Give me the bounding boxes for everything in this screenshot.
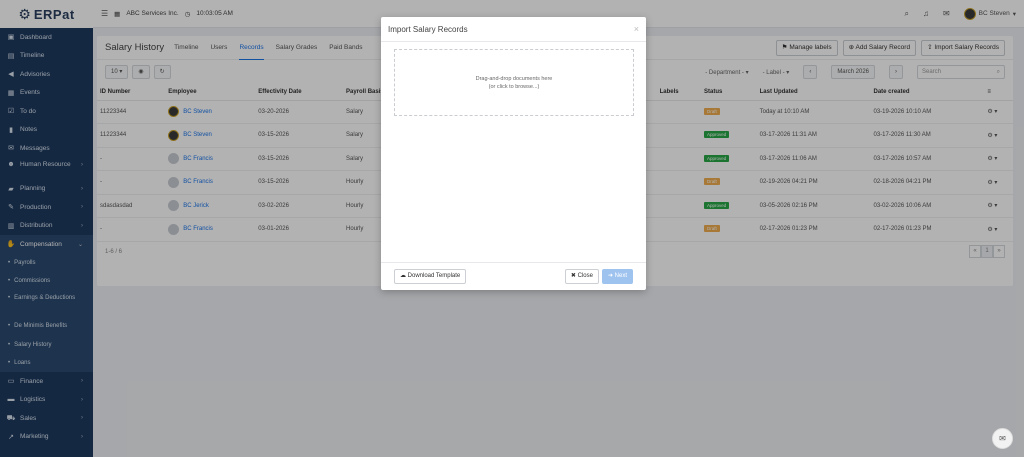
arrow-circle-right-icon: ➜	[607, 273, 615, 279]
dropzone-hint: (or click to browse...)	[488, 83, 540, 90]
modal-footer: ☁ Download Template ✖ Close ➜ Next	[381, 262, 646, 290]
file-dropzone[interactable]: Drag-and-drop documents here (or click t…	[394, 49, 634, 116]
close-label: Close	[577, 273, 593, 279]
next-button[interactable]: ➜ Next	[601, 269, 633, 284]
chat-bubble-icon[interactable]: ✉	[992, 428, 1013, 449]
x-icon: ✖	[570, 273, 578, 279]
modal-title: Import Salary Records	[388, 24, 468, 34]
close-button[interactable]: ✖ Close	[564, 269, 599, 284]
next-label: Next	[614, 273, 627, 279]
import-salary-records-modal: Import Salary Records × Drag-and-drop do…	[381, 17, 646, 290]
close-icon[interactable]: ×	[634, 24, 639, 34]
modal-footer-actions: ✖ Close ➜ Next	[564, 269, 633, 284]
cloud-download-icon: ☁	[400, 273, 408, 279]
download-template-label: Download Template	[407, 273, 461, 279]
dropzone-text: Drag-and-drop documents here	[475, 75, 553, 82]
download-template-button[interactable]: ☁ Download Template	[394, 269, 467, 284]
modal-header: Import Salary Records ×	[381, 17, 646, 42]
